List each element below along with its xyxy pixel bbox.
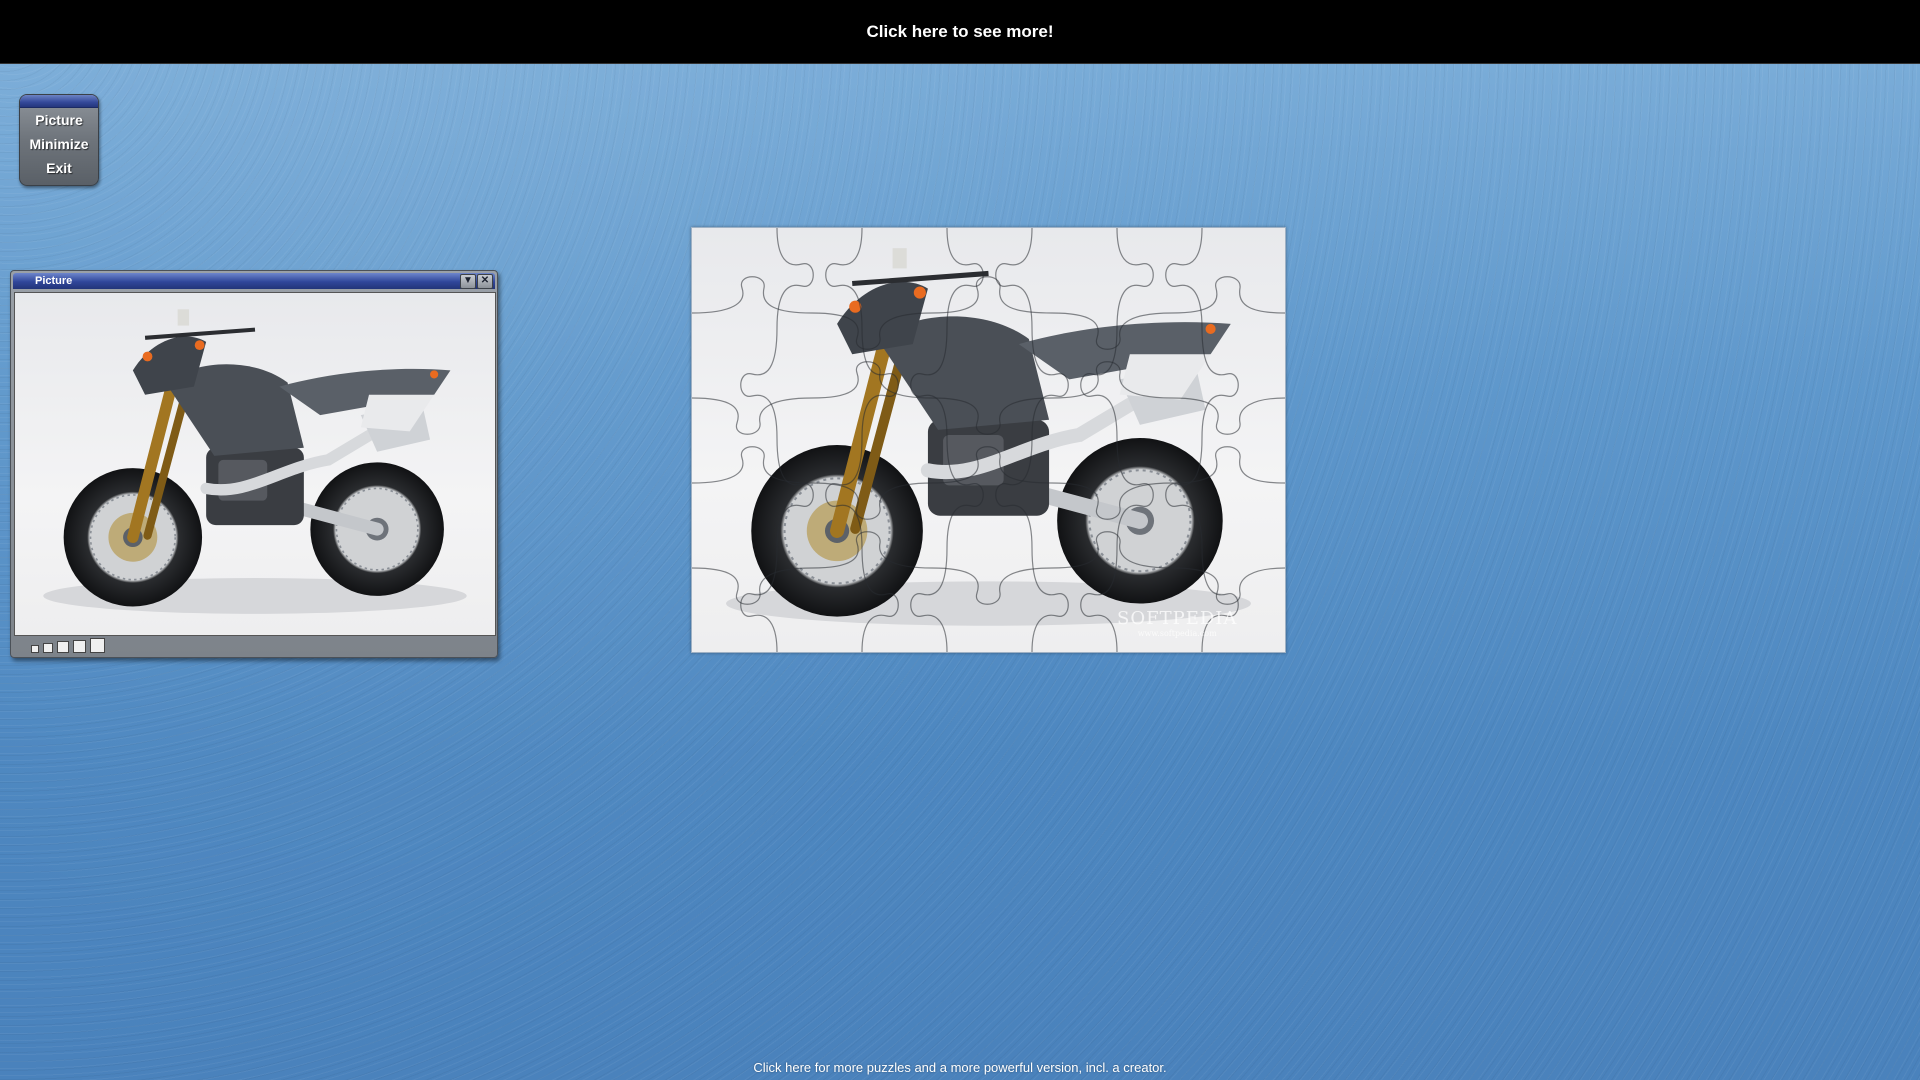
puzzle-image (692, 228, 1285, 652)
size-option-4[interactable] (73, 640, 86, 653)
side-menu-header (20, 95, 98, 108)
menu-item-exit[interactable]: Exit (20, 156, 98, 180)
menu-item-minimize[interactable]: Minimize (20, 132, 98, 156)
size-option-5[interactable] (90, 638, 105, 653)
reference-picture (14, 292, 496, 636)
menu-item-picture[interactable]: Picture (20, 108, 98, 132)
more-puzzles-link[interactable]: Click here for more puzzles and a more p… (0, 1060, 1920, 1075)
puzzle-board[interactable]: SOFTPEDIA www.softpedia.com (691, 227, 1286, 653)
size-option-2[interactable] (43, 643, 53, 653)
picture-size-selector (31, 638, 105, 653)
picture-window-title: Picture (35, 275, 73, 287)
window-minimize-icon[interactable]: ▼ (460, 274, 476, 289)
side-menu: Picture Minimize Exit (19, 94, 99, 186)
picture-window: Picture ▼ ✕ (10, 270, 498, 658)
see-more-link[interactable]: Click here to see more! (866, 22, 1053, 42)
size-option-1[interactable] (31, 645, 39, 653)
softpedia-watermark: SOFTPEDIA www.softpedia.com (1117, 608, 1238, 638)
window-close-icon[interactable]: ✕ (477, 274, 493, 289)
top-banner: Click here to see more! (0, 0, 1920, 64)
motorcycle-image (15, 293, 495, 635)
size-option-3[interactable] (57, 641, 69, 653)
picture-window-titlebar[interactable]: Picture ▼ ✕ (13, 273, 495, 289)
